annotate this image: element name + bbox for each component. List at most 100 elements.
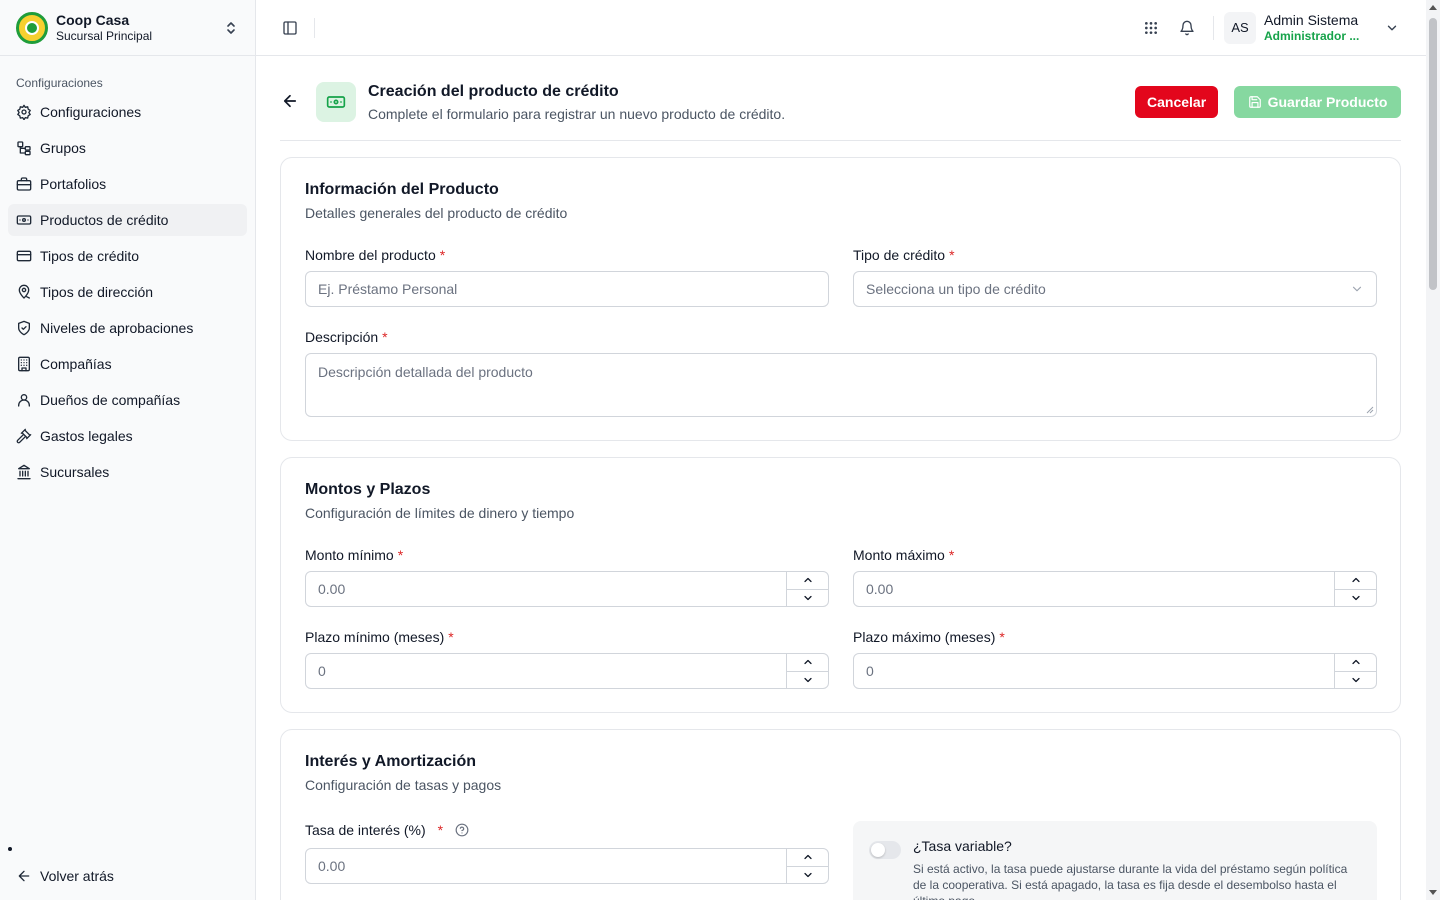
brand-switcher[interactable]: Coop Casa Sucursal Principal: [0, 0, 255, 56]
interest-rate-stepper[interactable]: [786, 849, 828, 883]
sidebar-item-label: Tipos de dirección: [40, 284, 154, 300]
min-amount-input[interactable]: 0.00: [305, 571, 829, 607]
brand-branch: Sucursal Principal: [56, 28, 153, 43]
scroll-thumb[interactable]: [1429, 18, 1437, 290]
chevron-down-icon[interactable]: [1335, 670, 1376, 689]
max-amount-stepper[interactable]: [1334, 572, 1376, 606]
sidebar-item-tipos-de-direccion[interactable]: Tipos de dirección: [8, 276, 247, 308]
description-textarea[interactable]: Descripción detallada del producto: [305, 353, 1377, 417]
description-placeholder: Descripción detallada del producto: [318, 364, 533, 380]
save-product-button[interactable]: Guardar Producto: [1234, 86, 1401, 118]
max-term-input[interactable]: 0: [853, 653, 1377, 689]
scroll-down-arrow-icon[interactable]: [1429, 890, 1437, 895]
brand-name: Coop Casa: [56, 11, 130, 28]
min-amount-value: 0.00: [318, 581, 346, 597]
variable-rate-toggle[interactable]: [869, 841, 901, 859]
page-subtitle: Complete el formulario para registrar un…: [368, 106, 786, 122]
product-name-input[interactable]: Ej. Préstamo Personal: [305, 271, 829, 307]
credit-card-icon: [16, 248, 32, 264]
panel-left-icon: [283, 20, 297, 35]
credit-type-label: Tipo de crédito *: [853, 247, 955, 263]
apps-grid-button[interactable]: [1137, 14, 1165, 42]
user-role: Administrador ...: [1264, 28, 1360, 43]
main-content: Creación del producto de crédito Complet…: [256, 56, 1426, 900]
min-term-label: Plazo mínimo (meses) *: [305, 629, 454, 645]
card-title: Interés y Amortización: [305, 753, 477, 770]
user-icon: [16, 392, 32, 408]
chevron-down-icon[interactable]: [787, 865, 828, 884]
back-link[interactable]: Volver atrás: [8, 860, 122, 892]
save-product-label: Guardar Producto: [1267, 94, 1388, 110]
sidebar-item-gastos-legales[interactable]: Gastos legales: [8, 420, 247, 452]
min-amount-stepper[interactable]: [786, 572, 828, 606]
chevron-up-icon[interactable]: [787, 654, 828, 671]
sidebar-item-label: Tipos de crédito: [40, 248, 140, 264]
max-term-stepper[interactable]: [1334, 654, 1376, 688]
max-amount-input[interactable]: 0.00: [853, 571, 1377, 607]
card-title: Información del Producto: [305, 181, 499, 198]
network-icon: [16, 140, 32, 156]
chevron-up-icon[interactable]: [787, 572, 828, 589]
credit-type-select[interactable]: Selecciona un tipo de crédito: [853, 271, 1377, 307]
user-menu[interactable]: Admin Sistema Administrador ...: [1264, 12, 1374, 44]
min-term-value: 0: [318, 663, 326, 679]
min-term-stepper[interactable]: [786, 654, 828, 688]
back-button[interactable]: [280, 91, 300, 111]
chevron-down-icon[interactable]: [787, 670, 828, 689]
description-label: Descripción *: [305, 329, 388, 345]
card-subtitle: Detalles generales del producto de crédi…: [305, 205, 568, 221]
building-icon: [16, 356, 32, 372]
interest-card: Interés y Amortización Configuración de …: [280, 729, 1401, 900]
help-circle-icon[interactable]: [455, 823, 469, 837]
scroll-up-arrow-icon[interactable]: [1429, 5, 1437, 10]
top-bar: AS Admin Sistema Administrador ...: [256, 0, 1426, 56]
sidebar-toggle-button[interactable]: [276, 14, 304, 42]
divider: [1213, 15, 1214, 40]
sidebar-item-label: Productos de crédito: [40, 212, 169, 228]
coop-logo: [16, 11, 48, 44]
sidebar-item-label: Gastos legales: [40, 428, 133, 444]
card-subtitle: Configuración de límites de dinero y tie…: [305, 505, 575, 521]
interest-rate-value: 0.00: [318, 858, 346, 874]
max-term-value: 0: [866, 663, 874, 679]
sidebar-item-sucursales[interactable]: Sucursales: [8, 456, 247, 488]
sidebar-item-productos-de-credito[interactable]: Productos de crédito: [8, 204, 247, 236]
arrow-left-icon: [16, 868, 32, 884]
chevron-down-icon[interactable]: [787, 588, 828, 607]
min-term-input[interactable]: 0: [305, 653, 829, 689]
sidebar-item-niveles-de-aprobaciones[interactable]: Niveles de aprobaciones: [8, 312, 247, 344]
sidebar: Coop Casa Sucursal Principal Configuraci…: [0, 0, 256, 900]
sidebar-item-configuraciones[interactable]: Configuraciones: [8, 96, 247, 128]
toggle-knob: [871, 843, 885, 857]
variable-rate-description: Si está activo, la tasa puede ajustarse …: [913, 862, 1348, 900]
chevron-up-icon[interactable]: [1335, 572, 1376, 589]
chevrons-up-down-icon[interactable]: [223, 18, 239, 38]
notifications-button[interactable]: [1173, 14, 1201, 42]
banknote-icon: [16, 212, 32, 228]
resize-handle-icon: [1366, 406, 1374, 414]
chevron-down-icon[interactable]: [1382, 21, 1402, 35]
grid-icon: [1145, 21, 1157, 34]
arrow-left-icon: [283, 94, 297, 108]
variable-rate-title: ¿Tasa variable?: [913, 838, 1012, 854]
status-dot: [8, 847, 12, 851]
sidebar-item-companias[interactable]: Compañías: [8, 348, 247, 380]
sidebar-nav: Configuraciones Grupos Portafolios Produ…: [0, 96, 255, 488]
chevron-down-icon[interactable]: [1335, 588, 1376, 607]
page-scrollbar[interactable]: [1426, 0, 1440, 900]
cancel-button[interactable]: Cancelar: [1135, 86, 1219, 118]
sidebar-item-grupos[interactable]: Grupos: [8, 132, 247, 164]
sidebar-item-tipos-de-credito[interactable]: Tipos de crédito: [8, 240, 247, 272]
chevron-up-icon[interactable]: [787, 849, 828, 866]
product-name-label: Nombre del producto *: [305, 247, 446, 263]
chevron-up-icon[interactable]: [1335, 654, 1376, 671]
interest-rate-input[interactable]: 0.00: [305, 848, 829, 884]
amounts-card: Montos y Plazos Configuración de límites…: [280, 457, 1401, 713]
bank-icon: [16, 464, 32, 480]
page-title: Creación del producto de crédito: [368, 83, 619, 100]
avatar[interactable]: AS: [1224, 11, 1256, 44]
sidebar-item-label: Compañías: [40, 356, 112, 372]
sidebar-item-duenos-de-companias[interactable]: Dueños de compañías: [8, 384, 247, 416]
credit-type-placeholder: Selecciona un tipo de crédito: [866, 281, 1046, 297]
sidebar-item-portafolios[interactable]: Portafolios: [8, 168, 247, 200]
